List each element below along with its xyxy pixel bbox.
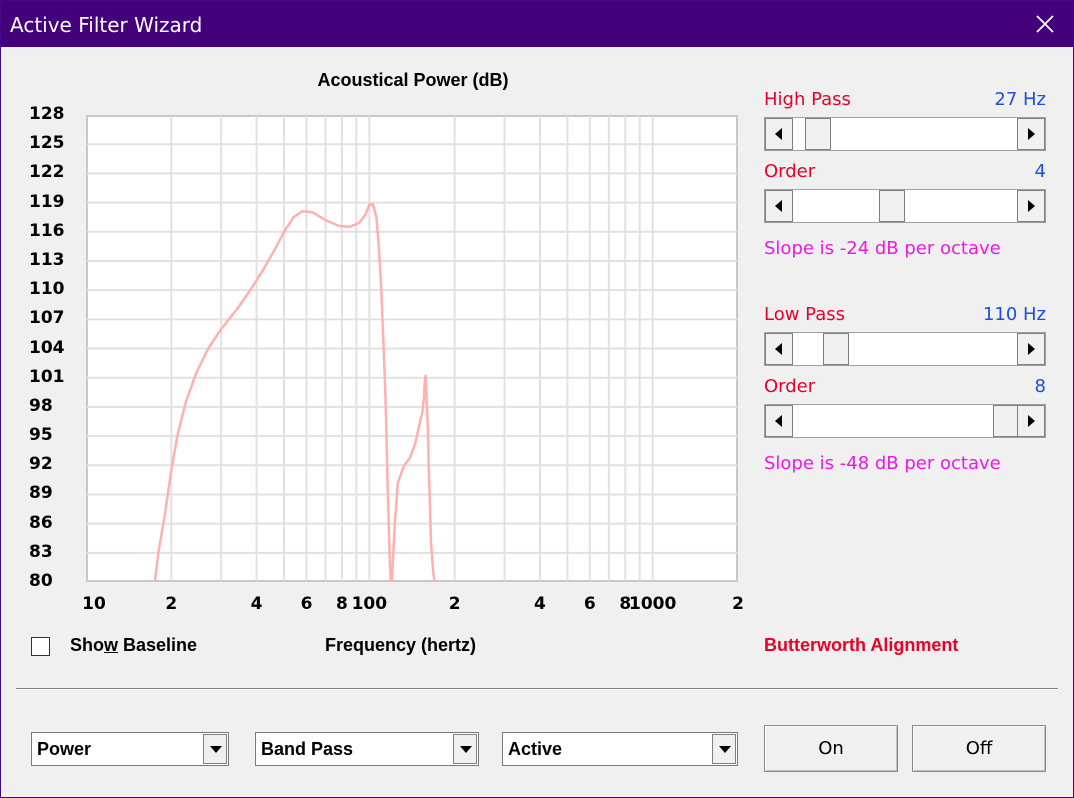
y-tick-label: 107 bbox=[29, 308, 65, 329]
high-pass-order-label: Order bbox=[764, 161, 816, 182]
chevron-down-icon bbox=[210, 746, 222, 753]
low-pass-order-right-button[interactable] bbox=[1017, 405, 1045, 437]
arrow-left-icon bbox=[775, 343, 782, 355]
y-tick-label: 125 bbox=[29, 133, 65, 154]
mode-select[interactable]: Power bbox=[31, 732, 229, 766]
type-select-value: Active bbox=[508, 739, 563, 759]
low-pass-order-label: Order bbox=[764, 376, 816, 397]
x-tick-label: 4 bbox=[250, 594, 263, 614]
y-tick-label: 92 bbox=[29, 454, 53, 475]
y-tick-label: 113 bbox=[29, 249, 65, 270]
arrow-left-icon bbox=[775, 415, 782, 427]
off-button[interactable]: Off bbox=[912, 725, 1046, 772]
y-tick-label: 128 bbox=[29, 104, 65, 124]
x-tick-label: 2 bbox=[448, 594, 461, 614]
high-pass-value: 27 Hz bbox=[994, 89, 1046, 110]
dialog-window: Active Filter Wizard Acoustical Power (d… bbox=[0, 0, 1074, 798]
low-pass-order-value: 8 bbox=[1034, 376, 1046, 397]
filter-select[interactable]: Band Pass bbox=[255, 732, 479, 766]
x-tick-label: 100 bbox=[351, 594, 388, 614]
show-baseline-checkbox[interactable] bbox=[31, 637, 50, 656]
mode-select-dropdown-button[interactable] bbox=[203, 734, 227, 764]
low-pass-frequency-thumb[interactable] bbox=[823, 333, 849, 365]
low-pass-order-thumb[interactable] bbox=[993, 405, 1019, 437]
low-pass-frequency-left-button[interactable] bbox=[765, 333, 793, 365]
high-pass-frequency-slider[interactable] bbox=[764, 117, 1046, 151]
y-tick-label: 98 bbox=[29, 395, 53, 416]
x-tick-label: 1000 bbox=[629, 594, 677, 614]
low-pass-label: Low Pass bbox=[764, 304, 845, 325]
arrow-right-icon bbox=[1028, 343, 1035, 355]
x-tick-label: 6 bbox=[300, 594, 313, 614]
title-bar[interactable]: Active Filter Wizard bbox=[1, 1, 1073, 47]
arrow-left-icon bbox=[775, 128, 782, 140]
y-tick-label: 80 bbox=[29, 571, 53, 591]
low-pass-slope-text: Slope is -48 dB per octave bbox=[764, 453, 1001, 474]
low-pass-order-slider[interactable] bbox=[764, 404, 1046, 438]
alignment-label: Butterworth Alignment bbox=[764, 635, 959, 655]
mode-select-value: Power bbox=[37, 739, 92, 759]
high-pass-frequency-right-button[interactable] bbox=[1017, 118, 1045, 150]
y-tick-label: 104 bbox=[29, 337, 65, 358]
x-tick-label: 2 bbox=[165, 594, 178, 614]
x-tick-label: 4 bbox=[534, 594, 546, 614]
low-pass-frequency-right-button[interactable] bbox=[1017, 333, 1045, 365]
high-pass-order-left-button[interactable] bbox=[765, 190, 793, 222]
high-pass-frequency-thumb[interactable] bbox=[805, 118, 831, 150]
separator bbox=[16, 688, 1058, 690]
chevron-down-icon bbox=[460, 746, 472, 753]
low-pass-frequency-slider[interactable] bbox=[764, 332, 1046, 366]
y-tick-label: 83 bbox=[29, 541, 53, 562]
chevron-down-icon bbox=[719, 746, 731, 753]
filter-select-dropdown-button[interactable] bbox=[453, 734, 477, 764]
high-pass-order-right-button[interactable] bbox=[1017, 190, 1045, 222]
close-icon bbox=[1036, 15, 1054, 33]
x-tick-label: 2 bbox=[732, 594, 744, 614]
y-tick-label: 89 bbox=[29, 483, 53, 504]
y-tick-label: 110 bbox=[29, 279, 65, 300]
high-pass-slope-text: Slope is -24 dB per octave bbox=[764, 238, 1001, 259]
high-pass-order-value: 4 bbox=[1034, 161, 1046, 182]
y-tick-label: 95 bbox=[29, 425, 53, 446]
y-tick-label: 116 bbox=[29, 220, 65, 241]
x-axis-label: Frequency (hertz) bbox=[325, 635, 477, 655]
show-baseline-label[interactable]: Show Baseline bbox=[70, 635, 197, 656]
arrow-left-icon bbox=[775, 200, 782, 212]
x-tick-label: 8 bbox=[335, 594, 348, 614]
y-tick-label: 101 bbox=[29, 366, 65, 387]
y-tick-label: 86 bbox=[29, 512, 53, 533]
filter-select-value: Band Pass bbox=[261, 739, 354, 759]
y-tick-label: 122 bbox=[29, 162, 65, 183]
power-chart bbox=[86, 115, 738, 582]
type-select[interactable]: Active bbox=[502, 732, 738, 766]
close-button[interactable] bbox=[1017, 1, 1073, 47]
high-pass-order-slider[interactable] bbox=[764, 189, 1046, 223]
y-tick-label: 119 bbox=[29, 191, 65, 212]
high-pass-frequency-left-button[interactable] bbox=[765, 118, 793, 150]
window-title: Active Filter Wizard bbox=[10, 13, 203, 37]
arrow-right-icon bbox=[1028, 415, 1035, 427]
high-pass-label: High Pass bbox=[764, 89, 851, 110]
high-pass-order-thumb[interactable] bbox=[879, 190, 905, 222]
type-select-dropdown-button[interactable] bbox=[712, 734, 736, 764]
arrow-right-icon bbox=[1028, 200, 1035, 212]
low-pass-order-left-button[interactable] bbox=[765, 405, 793, 437]
arrow-right-icon bbox=[1028, 128, 1035, 140]
chart-title: Acoustical Power (dB) bbox=[317, 70, 509, 90]
x-tick-label: 10 bbox=[82, 594, 106, 614]
low-pass-value: 110 Hz bbox=[982, 304, 1046, 325]
x-tick-label: 6 bbox=[583, 594, 596, 614]
on-button[interactable]: On bbox=[764, 725, 898, 772]
